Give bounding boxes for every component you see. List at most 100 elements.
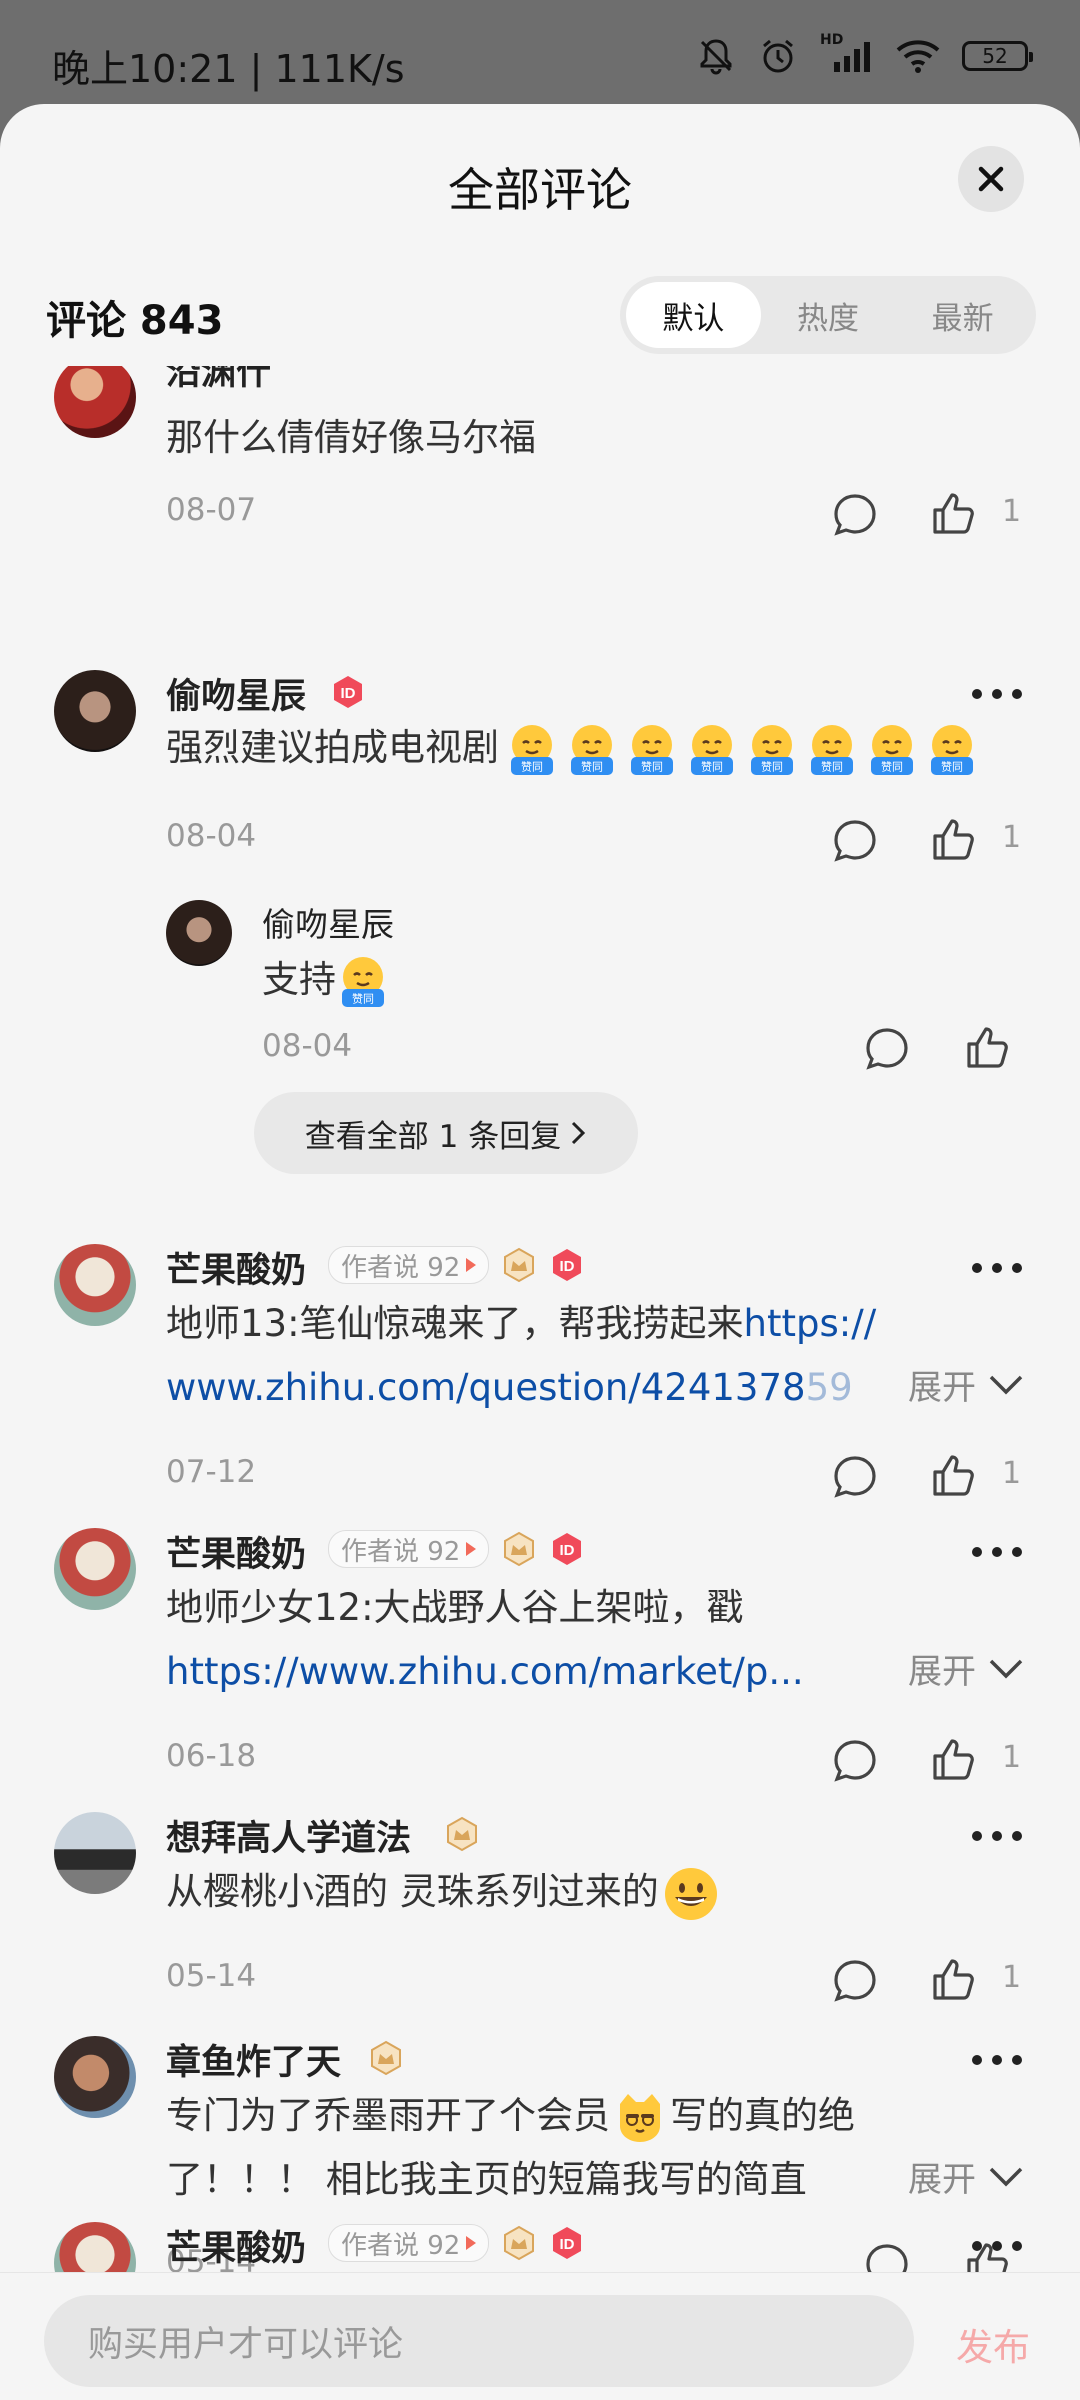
comment-text: 那什么倩倩好像马尔福 <box>166 416 536 459</box>
comment-link[interactable]: https:// <box>744 1302 877 1345</box>
like-count: 1 <box>1002 1740 1022 1775</box>
play-triangle-icon <box>466 1542 477 1556</box>
expand-button[interactable]: 展开 <box>892 1360 1024 1409</box>
status-icons: HD 52 <box>696 32 1033 76</box>
comment-text-line: 专门为了乔墨雨开了个会员 写的真的绝 <box>166 2084 855 2148</box>
sort-tabs: 默认 热度 最新 <box>620 276 1036 354</box>
comment-input-bar: 购买用户才可以评论 发布 <box>0 2272 1080 2400</box>
like-icon[interactable] <box>928 814 978 864</box>
more-options-button[interactable] <box>972 1828 1022 1844</box>
wifi-icon <box>896 40 940 73</box>
battery-level: 52 <box>982 44 1008 68</box>
expand-label: 展开 <box>908 1368 976 1408</box>
comment-link[interactable]: https://www.zhihu.com/market/p... <box>166 1640 804 1704</box>
author-says-tag[interactable]: 作者说 92 <box>328 1530 490 1568</box>
reply-avatar[interactable] <box>166 900 232 966</box>
reply-icon[interactable] <box>862 2240 912 2272</box>
svg-text:赞同: 赞同 <box>761 760 783 773</box>
author-says-tag[interactable]: 作者说 92 <box>328 1246 490 1284</box>
verified-id-badge-icon: ID <box>553 2227 582 2259</box>
expand-button[interactable]: 展开 <box>892 2152 1024 2201</box>
expand-button[interactable]: 展开 <box>892 1644 1024 1693</box>
agree-emoji-icon: 赞同 <box>565 723 619 777</box>
avatar[interactable] <box>54 366 136 438</box>
agree-emoji-icon: 赞同 <box>865 723 919 777</box>
comment-text-line: 地师13:笔仙惊魂来了，帮我捞起来https:// <box>166 1292 876 1356</box>
comment-text: 强烈建议拍成电视剧 赞同 赞同 赞同 赞同 赞同 赞同 赞同 赞同 <box>166 716 985 780</box>
expand-label: 展开 <box>908 2160 976 2200</box>
chevron-down-icon <box>989 1659 1023 1678</box>
author-tag-label: 作者说 92 <box>341 1252 461 1283</box>
like-count: 1 <box>1002 1456 1022 1491</box>
crown-badge-icon <box>504 1247 535 1283</box>
crown-badge-icon <box>447 1816 477 1852</box>
comment-username[interactable]: 偷吻星辰 <box>166 668 306 719</box>
author-says-tag[interactable]: 作者说 92 <box>328 2224 490 2262</box>
comment-username[interactable]: 沿渊什 <box>166 366 271 395</box>
reply-text-body: 支持 <box>262 958 336 1001</box>
avatar[interactable] <box>54 2222 136 2272</box>
reply-icon[interactable] <box>862 1024 912 1074</box>
author-tag-label: 作者说 92 <box>341 1536 461 1567</box>
sheet-title: 全部评论 <box>448 163 632 217</box>
avatar[interactable] <box>54 670 136 752</box>
comment-date: 05-14 <box>166 1958 257 1994</box>
reply-username[interactable]: 偷吻星辰 <box>262 898 394 946</box>
like-icon[interactable] <box>928 1734 978 1784</box>
comment-count: 评论 843 <box>46 298 224 344</box>
tab-default[interactable]: 默认 <box>626 282 761 348</box>
comment-username[interactable]: 芒果酸奶 <box>166 2220 306 2271</box>
publish-button[interactable]: 发布 <box>956 2317 1030 2371</box>
more-options-button[interactable] <box>972 1544 1022 1560</box>
more-options-button[interactable] <box>972 2052 1022 2068</box>
comment-username[interactable]: 章鱼炸了天 <box>166 2034 341 2085</box>
reply-icon[interactable] <box>830 1452 880 1502</box>
reply-icon[interactable] <box>830 490 880 540</box>
comment-username[interactable]: 想拜高人学道法 <box>166 1810 411 1861</box>
like-icon[interactable] <box>962 1022 1012 1072</box>
comment-text-body: 从樱桃小酒的 灵珠系列过来的 <box>166 1870 659 1913</box>
comment-date: 08-07 <box>166 492 257 528</box>
more-options-button[interactable] <box>972 1260 1022 1276</box>
comment-text-line: 了！！！ 相比我主页的短篇我写的简直 <box>166 2158 807 2201</box>
reply-icon[interactable] <box>830 1736 880 1786</box>
view-all-replies-button[interactable]: 查看全部 1 条回复 <box>254 1092 638 1174</box>
comment-link-tail[interactable]: 59 <box>806 1366 853 1409</box>
close-icon <box>978 166 1004 192</box>
comment-text-body: 写的真的绝 <box>670 2094 855 2137</box>
like-count: 1 <box>1002 494 1022 529</box>
verified-id-badge-icon: ID <box>334 676 362 708</box>
avatar[interactable] <box>54 1812 136 1894</box>
comment-username[interactable]: 芒果酸奶 <box>166 1242 306 1293</box>
svg-text:赞同: 赞同 <box>881 760 903 773</box>
comment-list[interactable]: 沿渊什 那什么倩倩好像马尔福 08-07 1 偷吻星辰 ID 强烈建议拍成电视剧… <box>0 366 1080 2272</box>
like-icon[interactable] <box>928 1954 978 2004</box>
like-count: 1 <box>1002 1960 1022 1995</box>
badge-row: 作者说 92 ID <box>328 2224 585 2262</box>
agree-emoji-icon: 赞同 <box>336 955 390 1009</box>
avatar[interactable] <box>54 2036 136 2118</box>
avatar[interactable] <box>54 1244 136 1326</box>
close-button[interactable] <box>958 146 1024 212</box>
comment-username[interactable]: 芒果酸奶 <box>166 1526 306 1577</box>
comment-text-body: 专门为了乔墨雨开了个会员 <box>166 2094 610 2137</box>
chevron-down-icon <box>989 1375 1023 1394</box>
reply-icon[interactable] <box>830 816 880 866</box>
status-time: 晚上10:21 | 111K/s <box>52 47 405 91</box>
like-icon[interactable] <box>928 488 978 538</box>
more-options-button[interactable] <box>972 686 1022 702</box>
verified-id-badge-icon: ID <box>553 1249 582 1281</box>
like-count: 1 <box>1002 820 1022 855</box>
crown-badge-icon <box>504 2225 535 2261</box>
comment-link[interactable]: www.zhihu.com/question/4241378 <box>166 1366 806 1409</box>
like-icon[interactable] <box>928 1450 978 1500</box>
reply-icon[interactable] <box>830 1956 880 2006</box>
more-options-button[interactable] <box>972 2238 1022 2254</box>
comment-input[interactable]: 购买用户才可以评论 <box>44 2295 914 2387</box>
tab-latest[interactable]: 最新 <box>895 282 1030 348</box>
avatar[interactable] <box>54 1528 136 1610</box>
tab-hot[interactable]: 热度 <box>761 282 896 348</box>
agree-emoji-icon: 赞同 <box>625 723 679 777</box>
mute-bell-icon <box>700 39 732 75</box>
svg-text:赞同: 赞同 <box>701 760 723 773</box>
